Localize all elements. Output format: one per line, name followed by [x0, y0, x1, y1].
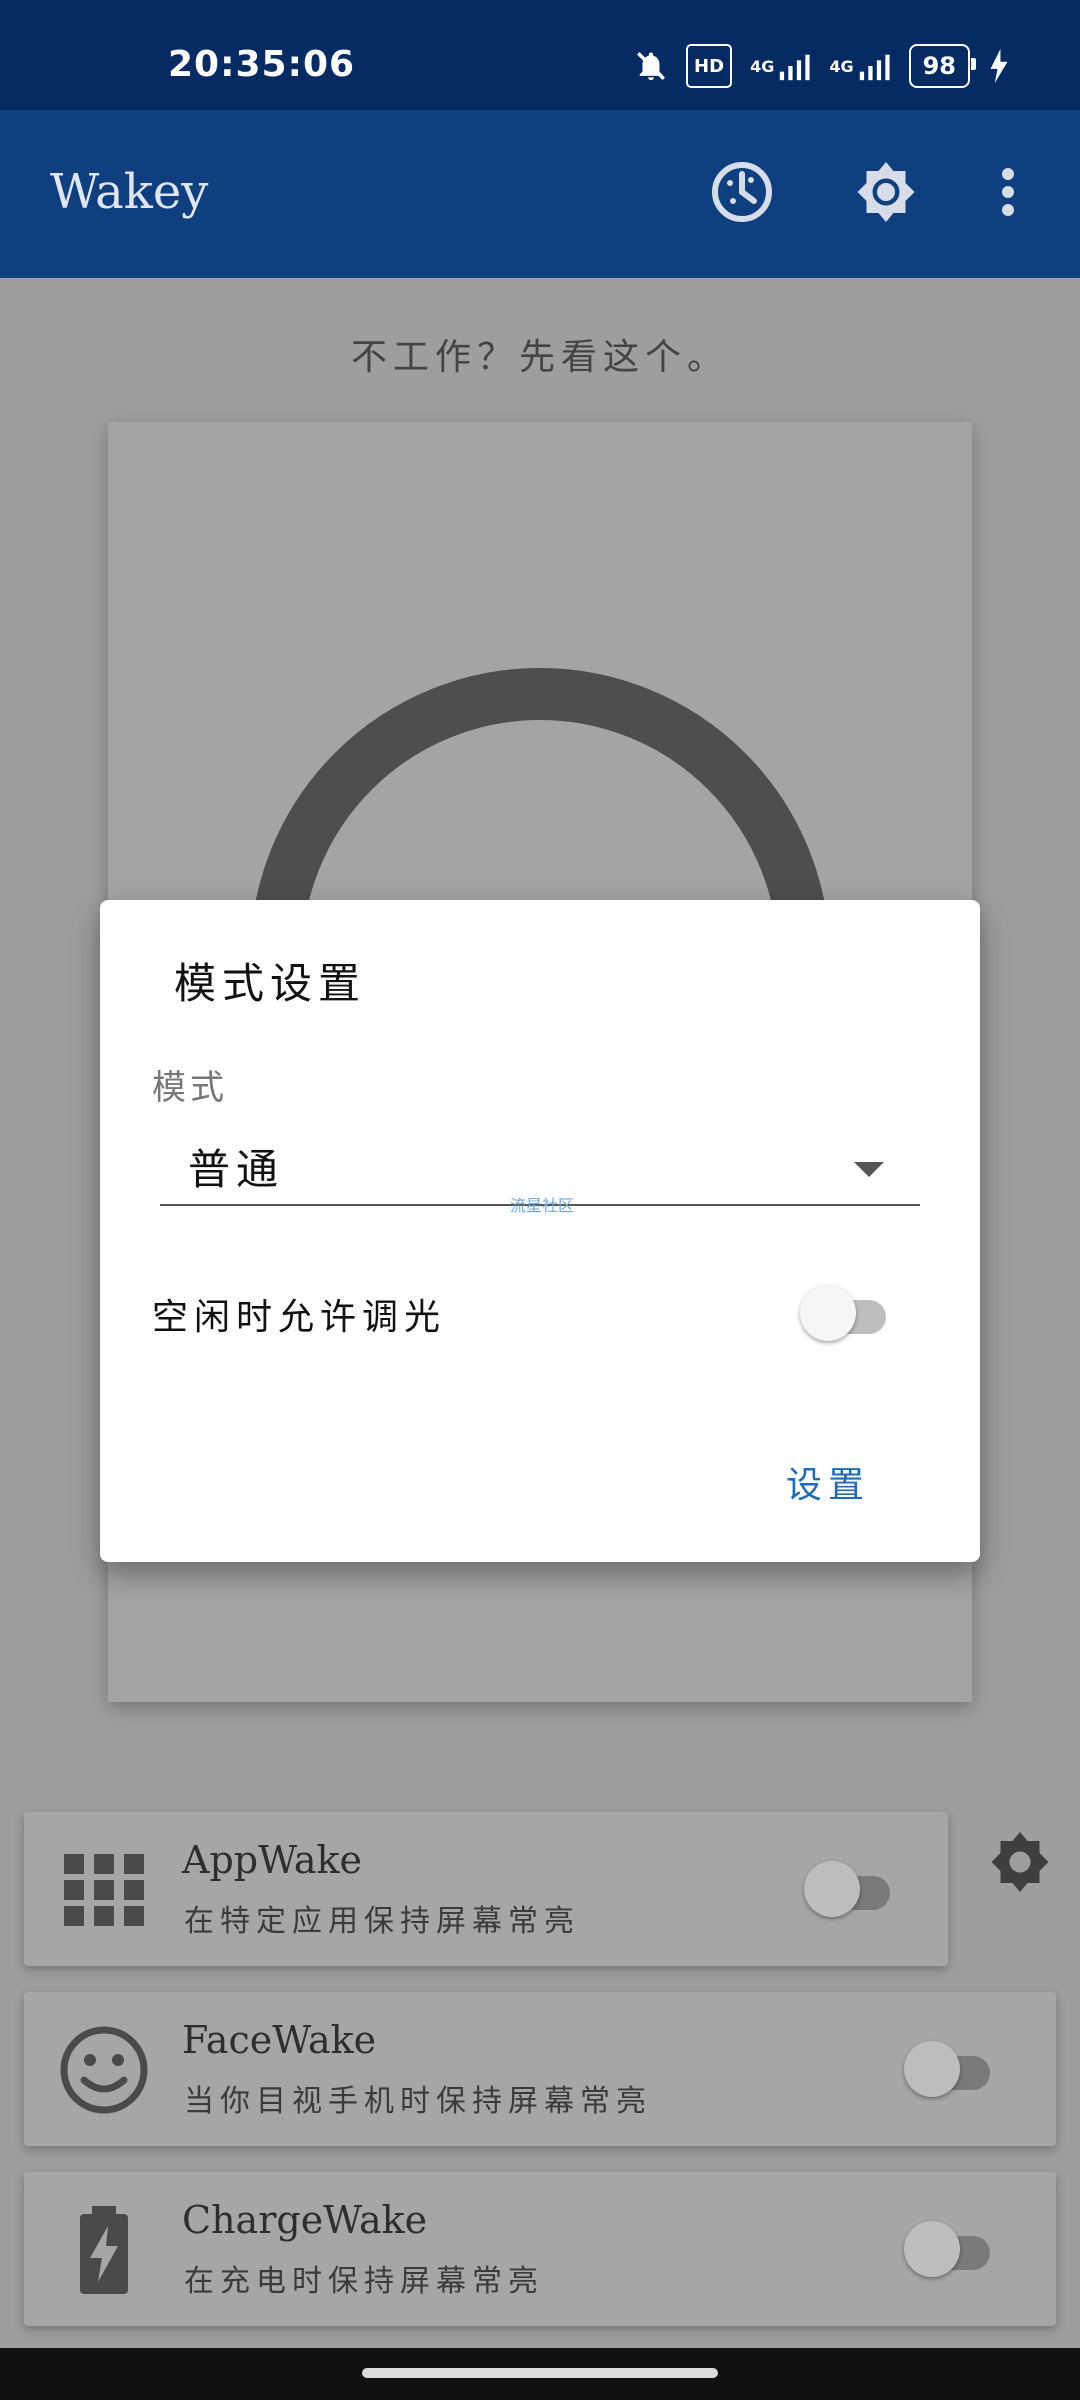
appwake-card[interactable]: AppWake 在特定应用保持屏幕常亮: [24, 1812, 948, 1966]
apps-grid-icon: [56, 1842, 152, 1938]
appwake-toggle[interactable]: [804, 1858, 900, 1920]
home-indicator[interactable]: [362, 2368, 718, 2378]
facewake-card[interactable]: FaceWake 当你目视手机时保持屏幕常亮: [24, 1992, 1056, 2146]
app-title: Wakey: [50, 164, 209, 220]
status-bar: 20:35:06 HD 4G 4G 98: [0, 0, 1080, 110]
allow-dim-label: 空闲时允许调光: [152, 1297, 447, 1338]
dropdown-arrow-icon: [854, 1162, 884, 1177]
mute-bell-icon: [634, 48, 668, 84]
toggle-thumb: [800, 1285, 856, 1341]
chargewake-toggle[interactable]: [904, 2218, 1000, 2280]
network-type-label-2: 4G: [829, 56, 854, 76]
feature-subtitle: 当你目视手机时保持屏幕常亮: [184, 2084, 652, 2119]
chargewake-card[interactable]: ChargeWake 在充电时保持屏幕常亮: [24, 2172, 1056, 2326]
mode-label: 模式: [152, 1068, 228, 1108]
toggle-thumb: [804, 1861, 860, 1917]
battery-icon: 98: [908, 44, 977, 88]
facewake-toggle[interactable]: [904, 2038, 1000, 2100]
more-options-icon[interactable]: [990, 156, 1026, 228]
battery-charging-icon: [56, 2202, 152, 2298]
mode-settings-dialog: 模式设置 模式 普通 流星社区 空闲时允许调光 设置: [100, 900, 980, 1562]
navigation-bar: [0, 2348, 1080, 2400]
feature-subtitle: 在特定应用保持屏幕常亮: [184, 1904, 580, 1939]
app-bar: Wakey: [0, 110, 1080, 278]
dialog-title: 模式设置: [174, 959, 367, 1008]
timer-icon[interactable]: [706, 156, 778, 228]
charging-bolt-icon: [988, 48, 1010, 84]
network-type-label: 4G: [750, 56, 775, 76]
hd-voice-icon: HD: [686, 44, 733, 88]
smiley-face-icon: [56, 2022, 152, 2118]
brightness-settings-icon[interactable]: [850, 156, 922, 228]
toggle-thumb: [904, 2221, 960, 2277]
feature-title: ChargeWake: [182, 2198, 428, 2242]
feature-subtitle: 在充电时保持屏幕常亮: [184, 2264, 544, 2299]
set-button[interactable]: 设置: [786, 1456, 870, 1508]
troubleshoot-hint-link[interactable]: 不工作？先看这个。: [0, 328, 1080, 380]
signal-4g-icon: 4G: [750, 48, 811, 84]
feature-title: FaceWake: [182, 2018, 377, 2062]
toggle-thumb: [904, 2041, 960, 2097]
status-time: 20:35:06: [168, 44, 356, 85]
mode-selected-value: 普通: [188, 1145, 285, 1194]
status-icons: HD 4G 4G 98: [634, 44, 1010, 88]
appwake-settings-gear-icon[interactable]: [984, 1826, 1056, 1898]
signal-4g-icon-2: 4G: [829, 48, 890, 84]
feature-title: AppWake: [182, 1838, 363, 1882]
allow-dim-toggle[interactable]: [800, 1282, 896, 1344]
watermark-text: 流星社区: [510, 1196, 575, 1215]
